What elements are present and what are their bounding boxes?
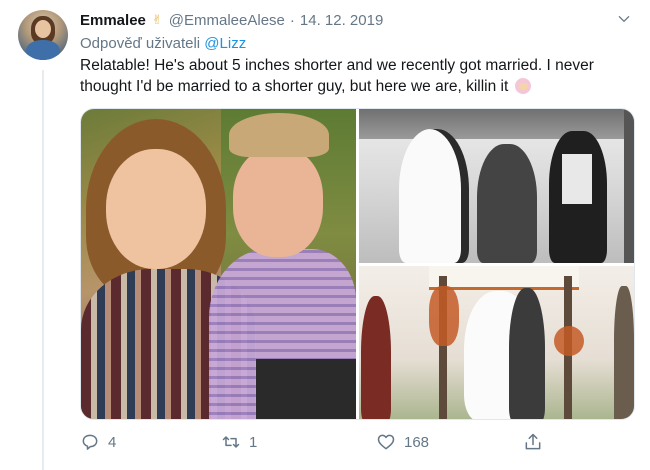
photo-figure-face: [106, 149, 206, 269]
photo-arch: [359, 109, 634, 139]
author-handle[interactable]: @EmmaleeAlese: [169, 12, 285, 29]
reply-icon: [82, 434, 98, 450]
reply-mention-link[interactable]: @Lizz: [204, 35, 246, 52]
share-icon: [525, 433, 541, 450]
retweet-count: 1: [249, 433, 258, 451]
photo-ceremony-kiss[interactable]: [359, 266, 634, 419]
photo-selfie[interactable]: [81, 109, 356, 419]
heart-icon: [377, 434, 395, 450]
author-name[interactable]: Emmalee: [80, 12, 146, 29]
reply-prefix: Odpověď uživateli: [80, 35, 201, 52]
photo-flowers-right: [554, 326, 584, 356]
avatar-shirt: [26, 40, 60, 60]
reply-button[interactable]: 4: [80, 430, 116, 454]
photo-figure-face-2: [233, 147, 323, 257]
photo-officiant: [477, 144, 537, 263]
facepalm-emoji: [514, 78, 531, 94]
retweet-icon: [222, 436, 240, 448]
separator-dot: ·: [289, 11, 295, 29]
reply-context: Odpověď uživateli @Lizz: [80, 35, 246, 52]
share-button[interactable]: [523, 430, 543, 454]
photo-flowers-left: [429, 286, 459, 346]
photo-ceremony-bw[interactable]: [359, 109, 634, 263]
photo-guest: [614, 286, 634, 419]
action-bar: 4 1 168: [80, 430, 635, 454]
photo-pillar: [624, 109, 634, 263]
photo-bride: [399, 129, 469, 263]
victory-hand-emoji: ✌: [151, 12, 163, 28]
photo-bridesmaid: [361, 296, 391, 419]
chevron-down-icon[interactable]: [617, 12, 631, 26]
tweet-text: Relatable! He's about 5 inches shorter a…: [80, 55, 640, 97]
media-grid: [80, 108, 635, 420]
avatar-face: [35, 20, 51, 38]
tweet-date[interactable]: 14. 12. 2019: [300, 12, 383, 29]
like-button[interactable]: 168: [376, 430, 429, 454]
avatar[interactable]: [18, 10, 68, 60]
photo-groom-2: [509, 288, 545, 419]
photo-figure-pants: [256, 359, 356, 419]
retweet-button[interactable]: 1: [221, 430, 257, 454]
photo-drape: [429, 266, 579, 290]
like-count: 168: [404, 433, 430, 451]
photo-figure-cap: [229, 113, 329, 157]
photo-groom-shirt: [562, 154, 592, 204]
tweet-header: Emmalee ✌ @EmmaleeAlese · 14. 12. 2019: [80, 10, 635, 30]
thread-line: [42, 70, 44, 470]
reply-count: 4: [108, 433, 117, 451]
